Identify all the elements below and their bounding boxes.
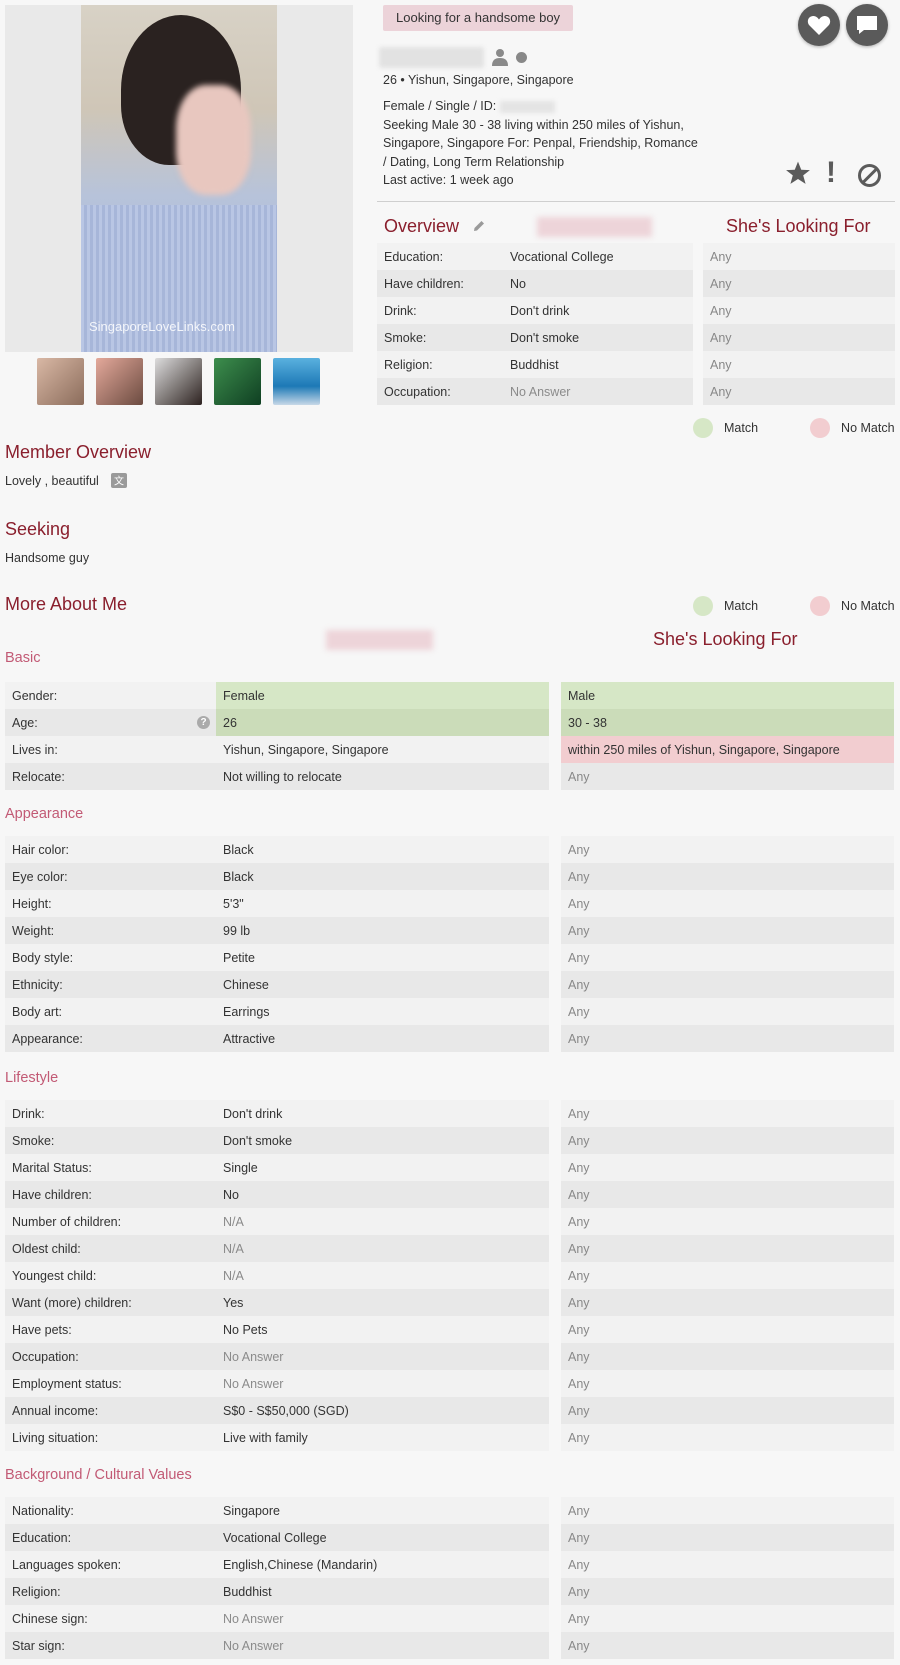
table-row: Education: Vocational College Any xyxy=(377,243,895,270)
table-row: Religion: Buddhist Any xyxy=(377,351,895,378)
table-row: Appearance: Attractive Any xyxy=(5,1025,895,1052)
match-swatch xyxy=(693,596,713,616)
basic-title: Basic xyxy=(5,650,41,666)
table-row: Eye color: Black Any xyxy=(5,863,895,890)
table-row: Have pets: No Pets Any xyxy=(5,1316,895,1343)
table-row: Annual income: S$0 - S$50,000 (SGD) Any xyxy=(5,1397,895,1424)
heart-icon xyxy=(807,15,831,35)
blurred-name-header xyxy=(537,217,652,237)
table-row: Marital Status: Single Any xyxy=(5,1154,895,1181)
exclamation-icon[interactable]: ! xyxy=(826,158,836,188)
thumbnail-5[interactable] xyxy=(273,358,320,405)
legend-bottom: Match No Match xyxy=(693,596,895,616)
profile-summary: Female / Single / ID: Seeking Male 30 - … xyxy=(383,97,698,190)
user-icon xyxy=(492,49,508,66)
lifestyle-table: Drink: Don't drink Any Smoke: Don't smoke An… xyxy=(5,1100,895,1451)
tagline-badge: Looking for a handsome boy xyxy=(383,5,574,31)
last-active: Last active: 1 week ago xyxy=(383,173,514,187)
table-row: Height: 5'3" Any xyxy=(5,890,895,917)
table-row: Smoke: Don't smoke Any xyxy=(5,1127,895,1154)
table-row: Star sign: No Answer Any xyxy=(5,1632,895,1659)
blurred-name-header xyxy=(326,630,433,650)
table-row: Weight: 99 lb Any xyxy=(5,917,895,944)
thumbnail-2[interactable] xyxy=(96,358,143,405)
seeking-summary: Seeking Male 30 - 38 living within 250 m… xyxy=(383,117,698,169)
more-about-title: More About Me xyxy=(5,594,128,614)
table-row: Number of children: N/A Any xyxy=(5,1208,895,1235)
table-row: Have children: No Any xyxy=(5,1181,895,1208)
legend-top: Match No Match xyxy=(693,418,895,438)
lifestyle-title: Lifestyle xyxy=(5,1070,59,1086)
table-row: Employment status: No Answer Any xyxy=(5,1370,895,1397)
table-row: Hair color: Black Any xyxy=(5,836,895,863)
photo-panel: SingaporeLoveLinks.com xyxy=(5,5,353,352)
looking-for-title: She's Looking For xyxy=(726,216,871,236)
table-row: Gender: Female Male xyxy=(5,682,895,709)
table-row: Nationality: Singapore Any xyxy=(5,1497,895,1524)
thumbnail-4[interactable] xyxy=(214,358,261,405)
overview-table: Education: Vocational College Any Have chi… xyxy=(377,243,895,405)
chat-icon xyxy=(857,16,877,34)
table-row: Have children: No Any xyxy=(377,270,895,297)
match-label: Match xyxy=(724,421,759,435)
chat-button[interactable] xyxy=(846,4,888,46)
table-row: Oldest child: N/A Any xyxy=(5,1235,895,1262)
background-table: Nationality: Singapore Any Education: Vocat… xyxy=(5,1497,895,1659)
question-icon[interactable]: ? xyxy=(197,716,210,729)
thumbnail-1[interactable] xyxy=(37,358,84,405)
overview-title: Overview xyxy=(384,216,460,236)
background-title: Background / Cultural Values xyxy=(5,1467,192,1483)
block-icon[interactable] xyxy=(858,164,881,187)
gender-status-id: Female / Single / ID: xyxy=(383,99,497,113)
table-row: Ethnicity: Chinese Any xyxy=(5,971,895,998)
main-photo[interactable]: SingaporeLoveLinks.com xyxy=(81,5,277,352)
table-row: Education: Vocational College Any xyxy=(5,1524,895,1551)
match-label: Match xyxy=(724,599,759,613)
seeking-title: Seeking xyxy=(5,519,71,539)
no-match-swatch xyxy=(810,596,831,616)
member-overview-text: Lovely , beautiful xyxy=(5,474,99,488)
table-row: Living situation: Live with family Any xyxy=(5,1424,895,1451)
star-icon[interactable] xyxy=(785,160,811,186)
table-row: Age:? 26 30 - 38 xyxy=(5,709,895,736)
heart-button[interactable] xyxy=(798,4,840,46)
member-id-blurred xyxy=(499,100,555,113)
svg-text:文: 文 xyxy=(114,475,124,488)
online-status-dot xyxy=(516,52,527,63)
member-overview-title: Member Overview xyxy=(5,442,152,462)
photo-thumbnails xyxy=(37,358,320,405)
table-row: Want (more) children: Yes Any xyxy=(5,1289,895,1316)
age-location: 26 • Yishun, Singapore, Singapore xyxy=(383,73,574,87)
table-row: Occupation: No Answer Any xyxy=(5,1343,895,1370)
divider xyxy=(377,201,895,202)
thumbnail-3[interactable] xyxy=(155,358,202,405)
table-row: Languages spoken: English,Chinese (Mandar… xyxy=(5,1551,895,1578)
photo-face-blurred xyxy=(176,85,251,195)
photo-watermark: SingaporeLoveLinks.com xyxy=(89,319,235,334)
seeking-text: Handsome guy xyxy=(5,551,90,565)
table-row: Youngest child: N/A Any xyxy=(5,1262,895,1289)
table-row: Body art: Earrings Any xyxy=(5,998,895,1025)
table-row: Religion: Buddhist Any xyxy=(5,1578,895,1605)
no-match-label: No Match xyxy=(841,421,895,435)
appearance-table: Hair color: Black Any Eye color: Black Any H… xyxy=(5,836,895,1052)
pencil-icon[interactable] xyxy=(472,219,486,233)
no-match-swatch xyxy=(810,418,831,438)
table-row: Smoke: Don't smoke Any xyxy=(377,324,895,351)
table-row: Lives in: Yishun, Singapore, Singapore wit… xyxy=(5,736,895,763)
username-blurred xyxy=(379,47,484,68)
looking-for-title: She's Looking For xyxy=(653,629,798,649)
translate-icon[interactable]: 文 xyxy=(111,473,127,488)
table-row: Chinese sign: No Answer Any xyxy=(5,1605,895,1632)
appearance-title: Appearance xyxy=(5,806,84,822)
table-row: Body style: Petite Any xyxy=(5,944,895,971)
no-match-label: No Match xyxy=(841,599,895,613)
basic-table: Gender: Female Male Age:? 26 30 - 38 Lives i… xyxy=(5,682,895,790)
match-swatch xyxy=(693,418,713,438)
table-row: Drink: Don't drink Any xyxy=(377,297,895,324)
table-row: Relocate: Not willing to relocate Any xyxy=(5,763,895,790)
table-row: Occupation: No Answer Any xyxy=(377,378,895,405)
table-row: Drink: Don't drink Any xyxy=(5,1100,895,1127)
